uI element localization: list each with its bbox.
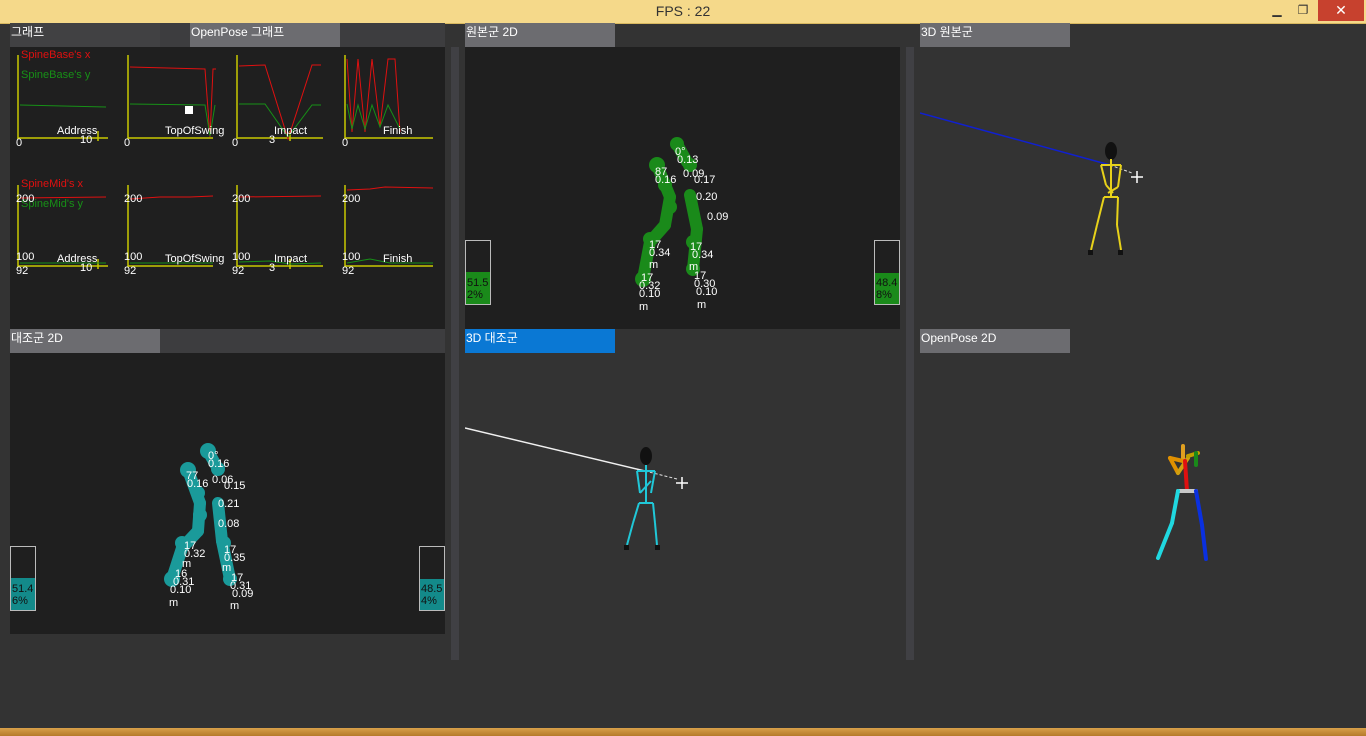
- tick-label: 10: [80, 134, 93, 146]
- original-2d-joint-label: 0.34: [649, 247, 671, 259]
- control-2d-joint-label: 0.16: [208, 458, 230, 470]
- tick-label: 200: [124, 193, 143, 205]
- balance-bar-value: 51.4: [12, 583, 34, 595]
- tick-label: 0: [232, 137, 239, 149]
- tick-label: 200: [232, 193, 251, 205]
- original-2d-joint-label: 0.10: [696, 286, 718, 298]
- original-2d-panel: 0° 0.13 87 0.16 0.09 0.17 0.20 0.09 17 0…: [465, 47, 900, 329]
- tick-label: 100: [16, 251, 35, 263]
- tick-label: 100: [232, 251, 251, 263]
- balance-bar-left: 51.4 6%: [10, 546, 36, 611]
- balance-bar-value: 2%: [467, 289, 483, 301]
- tick-label: 3: [269, 262, 276, 274]
- original-2d-joint-label: 0.17: [694, 174, 716, 186]
- original-3d-skeleton: [919, 112, 1143, 255]
- tab-control-3d[interactable]: 3D 대조군: [465, 329, 615, 353]
- control-2d-joint-label: m: [222, 562, 232, 574]
- panel-divider[interactable]: [451, 47, 459, 660]
- balance-bar-value: 51.5: [467, 277, 489, 289]
- tick-label: 0: [16, 137, 23, 149]
- control-2d-joint-label: 0.16: [187, 478, 209, 490]
- original-2d-joint-label: 0.09: [707, 211, 729, 223]
- legend-spinebase-y: SpineBase's y: [21, 69, 91, 81]
- tab-original-2d[interactable]: 원본군 2D: [465, 23, 615, 47]
- control-2d-joint-label: 0.08: [218, 518, 240, 530]
- phase-label-topofswing: TopOfSwing: [165, 125, 225, 137]
- phase-label-finish: Finish: [383, 125, 413, 137]
- original-2d-joint-label: 0.10: [639, 288, 661, 300]
- original-2d-joint-label: 0.20: [696, 191, 718, 203]
- control-2d-joint-label: m: [230, 600, 240, 612]
- control-2d-panel: 0° 0.16 77 0.16 0.06 0.15 0.21 0.08 17 0…: [10, 353, 445, 634]
- balance-bar-right: 48.4 8%: [874, 240, 900, 305]
- original-2d-joint-label: m: [639, 301, 649, 313]
- tick-label: 100: [342, 251, 361, 263]
- control-2d-joint-label: m: [169, 597, 179, 609]
- tick-label: 200: [16, 193, 35, 205]
- control-3d-view: [464, 353, 900, 634]
- balance-bar-value: 48.5: [421, 583, 443, 595]
- panel-divider[interactable]: [906, 47, 914, 660]
- original-2d-joint-label: m: [649, 259, 659, 271]
- window-title: FPS : 22: [655, 3, 711, 19]
- phase-label-topofswing: TopOfSwing: [165, 253, 225, 265]
- window-titlebar: FPS : 22 ▁ ❐ ✕: [0, 0, 1366, 24]
- openpose-2d-skeleton: [1156, 444, 1208, 561]
- control-2d-joint-label: 0.21: [218, 498, 240, 510]
- minimize-button[interactable]: ▁: [1264, 0, 1290, 21]
- tick-label: 0: [342, 137, 349, 149]
- tick-label: 92: [342, 265, 355, 277]
- control-2d-joint-label: 0.15: [224, 480, 246, 492]
- tab-original-3d[interactable]: 3D 원본군: [920, 23, 1070, 47]
- original-2d-joint-label: 0.16: [655, 174, 677, 186]
- tab-graph[interactable]: 그래프: [10, 23, 160, 47]
- tick-label: 10: [80, 262, 93, 274]
- balance-bar-value: 48.4: [876, 277, 898, 289]
- balance-bar-right: 48.5 4%: [419, 546, 445, 611]
- balance-bar-value: 8%: [876, 289, 892, 301]
- original-2d-joint-label: m: [697, 299, 707, 311]
- tick-label: 0: [124, 137, 131, 149]
- tick-label: 100: [124, 251, 143, 263]
- openpose-2d-view: [920, 353, 1360, 634]
- phase-label-finish: Finish: [383, 253, 413, 265]
- control-3d-skeleton: [464, 427, 688, 550]
- close-button[interactable]: ✕: [1318, 0, 1364, 21]
- original-2d-joint-label: 0.34: [692, 249, 714, 261]
- phase-label-impact: Impact: [274, 253, 308, 265]
- graph-panel: SpineBase's x SpineBase's y Address TopO…: [10, 47, 445, 329]
- legend-spinebase-x: SpineBase's x: [21, 49, 91, 61]
- tick-label: 92: [16, 265, 29, 277]
- balance-bar-value: 6%: [12, 595, 28, 607]
- graph-cursor-marker: [185, 106, 193, 114]
- tick-label: 3: [269, 134, 276, 146]
- maximize-button[interactable]: ❐: [1290, 0, 1316, 21]
- balance-bar-left: 51.5 2%: [465, 240, 491, 305]
- tick-label: 92: [124, 265, 137, 277]
- tick-label: 200: [342, 193, 361, 205]
- legend-spinemid-x: SpineMid's x: [21, 178, 84, 190]
- balance-bar-value: 4%: [421, 595, 437, 607]
- tab-openpose-2d[interactable]: OpenPose 2D: [920, 329, 1070, 353]
- control-2d-joint-label: 0.10: [170, 584, 192, 596]
- control-2d-joint-label: 0.09: [232, 588, 254, 600]
- original-2d-skeleton: [635, 137, 703, 287]
- phase-label-impact: Impact: [274, 125, 308, 137]
- original-3d-view: [919, 47, 1360, 329]
- os-taskbar[interactable]: [0, 728, 1366, 736]
- control-2d-skeleton: [164, 443, 237, 587]
- tab-openpose-graph[interactable]: OpenPose 그래프: [190, 23, 340, 47]
- original-2d-joint-label: 0.13: [677, 154, 699, 166]
- tab-control-2d[interactable]: 대조군 2D: [10, 329, 160, 353]
- tick-label: 92: [232, 265, 245, 277]
